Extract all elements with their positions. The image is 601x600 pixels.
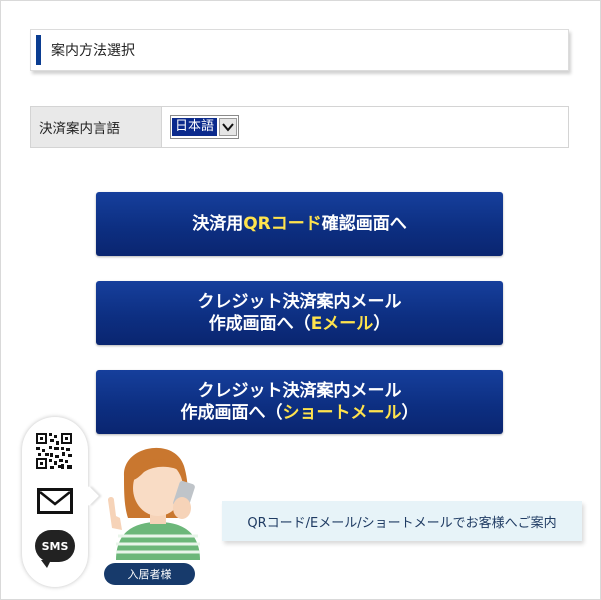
qr-confirm-button[interactable]: 決済用QRコード確認画面へ: [96, 192, 503, 256]
info-box: QRコード/Eメール/ショートメールでお客様へご案内: [222, 501, 582, 541]
sms-button-line1: クレジット決済案内メール: [197, 381, 402, 401]
section-title: 案内方法選択: [51, 43, 135, 59]
language-select-value[interactable]: 日本語: [172, 118, 218, 136]
language-select[interactable]: 日本語: [170, 115, 240, 139]
role-badge: 入居者様: [104, 563, 195, 585]
email-button-line2: 作成画面へ（Eメール）: [208, 314, 391, 334]
qr-code-icon: [36, 433, 72, 469]
sms-button-line2: 作成画面へ（ショートメール）: [180, 403, 419, 423]
section-header: 案内方法選択: [30, 29, 569, 71]
mail-icon: [37, 488, 73, 514]
email-create-button[interactable]: クレジット決済案内メール 作成画面へ（Eメール）: [96, 281, 503, 345]
chevron-down-icon[interactable]: [219, 118, 238, 136]
language-row: 決済案内言語 日本語: [30, 106, 569, 148]
resident-illustration: [108, 447, 200, 560]
sms-create-button[interactable]: クレジット決済案内メール 作成画面へ（ショートメール）: [96, 370, 503, 434]
accent-bar: [36, 35, 41, 65]
email-button-line1: クレジット決済案内メール: [197, 292, 402, 312]
sms-icon: SMS: [35, 530, 75, 570]
language-cell: 日本語: [162, 107, 568, 147]
language-label: 決済案内言語: [31, 107, 162, 147]
channel-bubble: SMS: [22, 417, 99, 587]
qr-confirm-button-label: 決済用QRコード確認画面へ: [192, 214, 407, 234]
